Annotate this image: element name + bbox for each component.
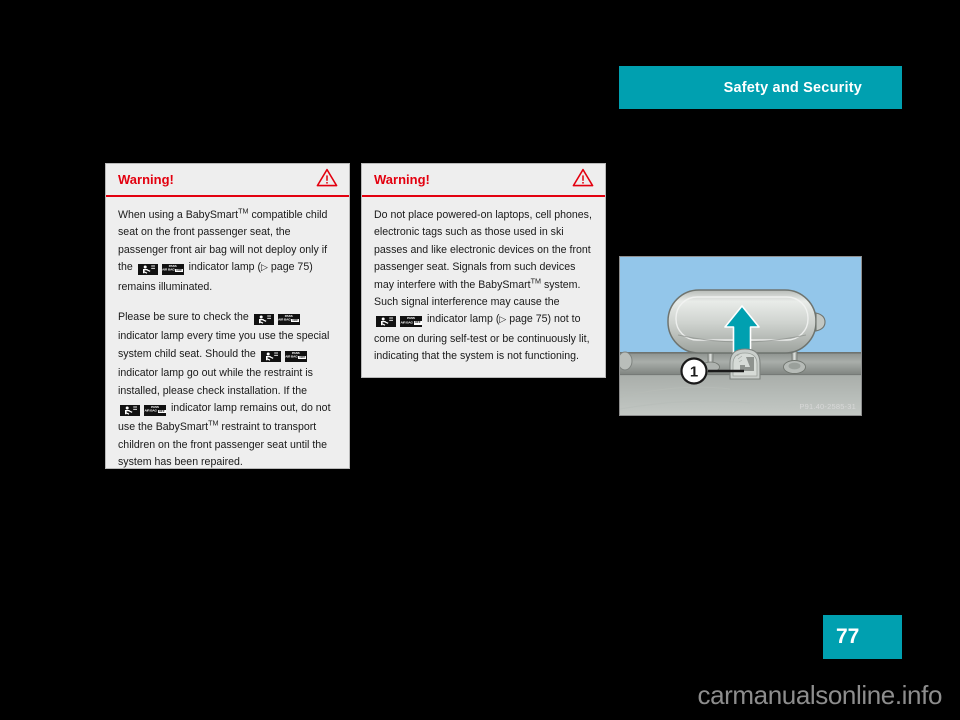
- lamp-line-off: OFF: [175, 267, 184, 273]
- lamp-line-airbag: AIR BAG: [162, 267, 175, 272]
- child-in-seat-icon: [253, 313, 274, 325]
- lamp-line-airbag: AIR BAG: [144, 408, 157, 413]
- lamp-line-airbag: AIR BAG: [400, 320, 413, 325]
- illustration-svg: 1: [620, 257, 861, 415]
- child-in-seat-icon: [120, 404, 140, 416]
- figure-head-restraint-illustration: 1 P91.40-2585-31: [619, 256, 862, 416]
- callout-marker-number: 1: [690, 364, 698, 381]
- pass-airbag-off-lamp-icon: PASS AIR BAG OFF: [161, 263, 184, 275]
- pass-airbag-off-lamp-icon: PASS AIR BAG OFF: [284, 350, 307, 362]
- child-in-seat-icon: [260, 350, 281, 362]
- warning-paragraph: Please be sure to check the PASS AIR BAG …: [118, 311, 331, 469]
- warning-body: When using a BabySmartTM compatible chil…: [106, 197, 349, 482]
- child-in-seat-icon: [376, 316, 396, 328]
- trademark-mark: TM: [208, 418, 219, 428]
- pass-airbag-off-lamp-icon: PASS AIR BAG OFF: [144, 404, 166, 416]
- child-in-seat-icon: [137, 263, 158, 275]
- section-header-title: Safety and Security: [723, 79, 862, 96]
- figure-caption: P91.40-2585-31: [799, 402, 856, 411]
- section-header-bar: Safety and Security: [619, 66, 902, 109]
- page-number: 77: [836, 625, 860, 648]
- warning-header: Warning!: [362, 164, 605, 197]
- warning-title: Warning!: [374, 172, 430, 187]
- indicator-lamp-badges: PASS AIR BAG OFF: [136, 261, 186, 278]
- indicator-lamp-badges: PASS AIR BAG OFF: [118, 402, 168, 419]
- warning-body: Do not place powered-on laptops, cell ph…: [362, 197, 605, 376]
- site-watermark: carmanualsonline.info: [697, 680, 942, 710]
- warning-box-babysmart-indicator: Warning! When using a BabySmartTM compat…: [105, 163, 350, 469]
- trademark-mark: TM: [530, 276, 542, 286]
- lamp-line-off: OFF: [413, 320, 422, 325]
- lamp-line-off: OFF: [298, 354, 307, 360]
- warning-title: Warning!: [118, 172, 174, 187]
- lamp-line-airbag: AIR BAG: [278, 317, 291, 322]
- lamp-line-airbag: AIR BAG: [285, 354, 298, 359]
- lamp-line-off: OFF: [157, 408, 166, 414]
- indicator-lamp-badges: PASS AIR BAG OFF: [374, 313, 424, 330]
- pass-airbag-off-lamp-icon: PASS AIR BAG OFF: [400, 316, 422, 328]
- warning-triangle-icon: [572, 168, 594, 192]
- warning-paragraph: Do not place powered-on laptops, cell ph…: [374, 209, 592, 363]
- lamp-line-off: OFF: [291, 317, 300, 323]
- indicator-lamp-badges: PASS AIR BAG OFF: [259, 348, 309, 365]
- warning-triangle-icon: [316, 168, 338, 192]
- warning-header: Warning!: [106, 164, 349, 197]
- reference-triangle-icon: ▷: [499, 314, 507, 325]
- warning-box-electronic-devices: Warning! Do not place powered-on laptops…: [361, 163, 606, 378]
- reference-triangle-icon: ▷: [261, 262, 268, 273]
- page-number-badge: 77: [823, 615, 902, 659]
- indicator-lamp-badges: PASS AIR BAG OFF: [252, 311, 302, 328]
- warning-paragraph: When using a BabySmartTM compatible chil…: [118, 206, 328, 293]
- trademark-mark: TM: [238, 206, 249, 216]
- pass-airbag-off-lamp-icon: PASS AIR BAG OFF: [277, 313, 300, 325]
